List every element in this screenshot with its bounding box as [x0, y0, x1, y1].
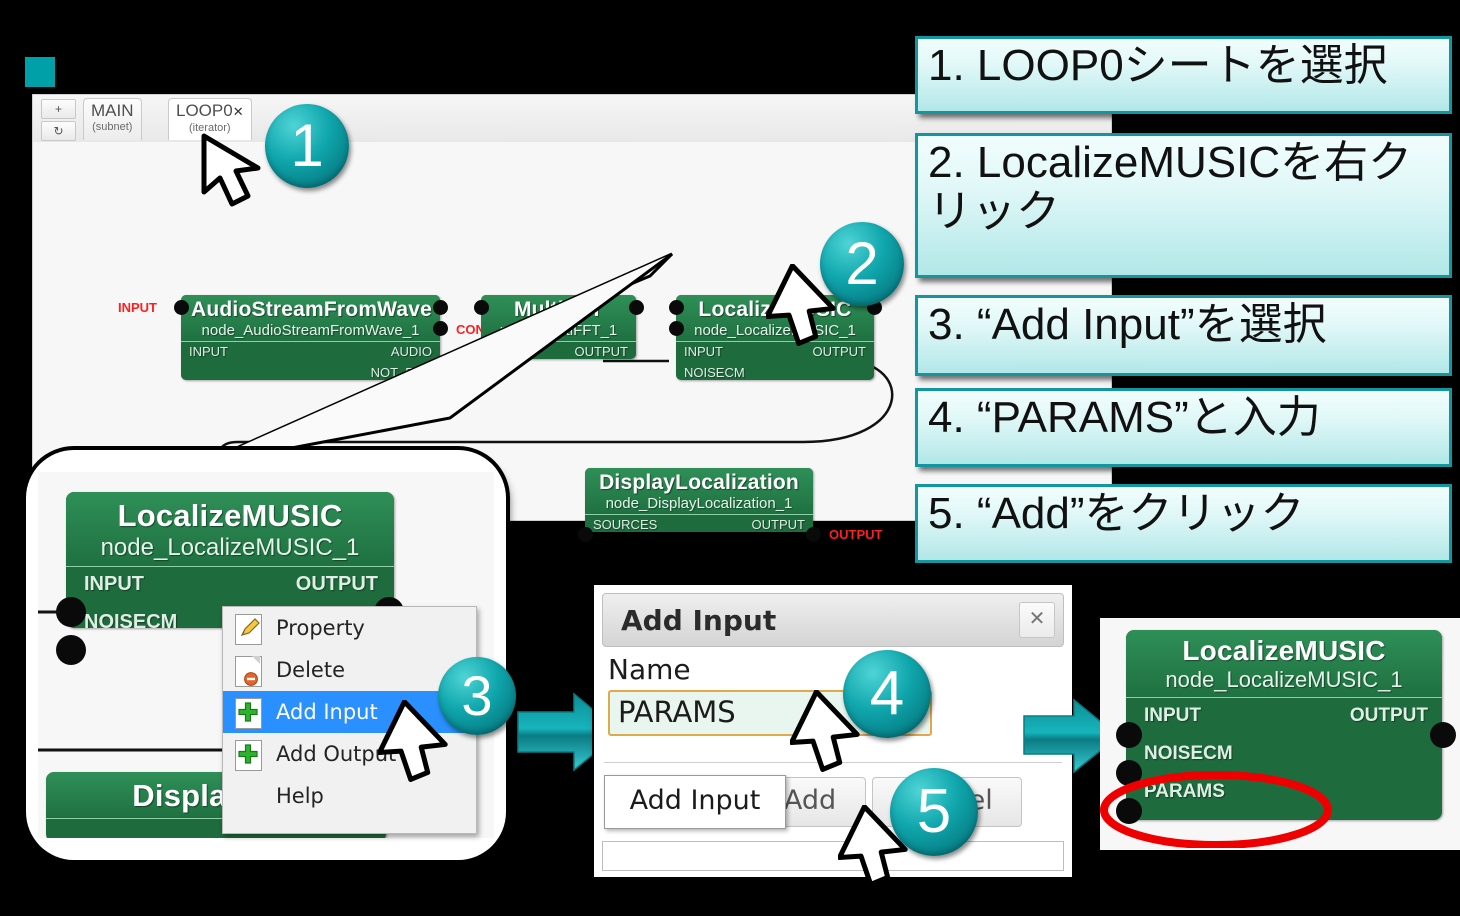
port-dot-sources[interactable] [578, 527, 593, 542]
instruction-note-4: 4. “PARAMS”と入力 [915, 388, 1452, 467]
delete-icon [235, 655, 264, 687]
node-header: LocalizeMUSIC node_LocalizeMUSIC_1 [66, 492, 394, 567]
step-marker-4: 4 [843, 650, 931, 738]
context-menu-item-property[interactable]: Property [223, 607, 476, 649]
dialog-titlebar: Add Input ✕ [602, 593, 1064, 647]
instruction-note-2: 2. LocalizeMUSICを右クリック [915, 133, 1452, 278]
step-marker-1: 1 [265, 104, 349, 188]
port-input[interactable]: INPUT [1144, 705, 1201, 727]
port-dot-input[interactable] [1116, 722, 1142, 748]
dialog-title: Add Input [621, 604, 777, 637]
slide-bullet-square [25, 57, 55, 87]
step-marker-5: 5 [890, 768, 978, 856]
port-noisecm[interactable]: NOISECM [1144, 743, 1233, 765]
node-instance: node_LocalizeMUSIC_1 [1165, 667, 1403, 692]
node-title: LocalizeMUSIC [117, 498, 343, 533]
port-dot-output[interactable] [1430, 722, 1456, 748]
node-port-row: INPUT OUTPUT [1126, 698, 1442, 736]
port-output[interactable]: OUTPUT [1350, 705, 1428, 727]
port-dot-output[interactable] [806, 527, 821, 542]
close-icon[interactable]: ✕ [1019, 602, 1055, 638]
instruction-note-3: 3. “Add Input”を選択 [915, 295, 1452, 376]
params-highlight-ellipse [1100, 771, 1332, 848]
tooltip-add-input: Add Input [604, 775, 786, 829]
close-icon[interactable]: ✕ [233, 104, 244, 119]
node-header: LocalizeMUSIC node_LocalizeMUSIC_1 [1126, 630, 1442, 698]
sheet-tab-loop0-name: LOOP0✕ [176, 101, 244, 120]
node-instance: node_LocalizeMUSIC_1 [100, 534, 360, 561]
pencil-icon [235, 613, 264, 645]
name-input-value: PARAMS [618, 695, 736, 729]
name-label: Name [608, 653, 691, 686]
context-menu-item-label: Add Input [276, 700, 378, 724]
port-output[interactable]: OUTPUT [752, 517, 805, 532]
instruction-note-2-text: 2. LocalizeMUSICを右クリック [928, 138, 1413, 237]
result-panel: LocalizeMUSIC node_LocalizeMUSIC_1 INPUT… [1100, 618, 1460, 850]
context-menu-item-label: Help [276, 784, 324, 808]
dialog-statusbar [602, 841, 1064, 871]
instruction-note-3-text: 3. “Add Input”を選択 [928, 300, 1327, 349]
sheet-tab-main-type: (subnet) [92, 121, 133, 133]
instruction-note-1-text: 1. LOOP0シートを選択 [928, 41, 1388, 90]
instruction-note-4-text: 4. “PARAMS”と入力 [928, 393, 1321, 442]
step-marker-3: 3 [438, 657, 516, 735]
instruction-note-1: 1. LOOP0シートを選択 [915, 36, 1452, 114]
sheet-tab-main-name: MAIN [91, 101, 134, 120]
instruction-note-5-text: 5. “Add”をクリック [928, 489, 1305, 538]
instruction-note-5: 5. “Add”をクリック [915, 484, 1452, 563]
step-marker-2: 2 [820, 222, 904, 306]
external-output-label: OUTPUT [829, 527, 883, 542]
sheet-toolbar: + ↻ [41, 99, 76, 143]
refresh-sheet-button[interactable]: ↻ [41, 121, 76, 141]
plus-icon [235, 739, 264, 771]
context-menu-item-delete[interactable]: Delete [223, 649, 476, 691]
sheet-tab-main[interactable]: MAIN (subnet) [83, 98, 142, 140]
context-menu-item-label: Property [276, 616, 365, 640]
context-menu-item-label: Delete [276, 658, 345, 682]
plus-icon [235, 697, 264, 729]
add-sheet-button[interactable]: + [41, 99, 76, 119]
node-title: LocalizeMUSIC [1182, 635, 1386, 666]
